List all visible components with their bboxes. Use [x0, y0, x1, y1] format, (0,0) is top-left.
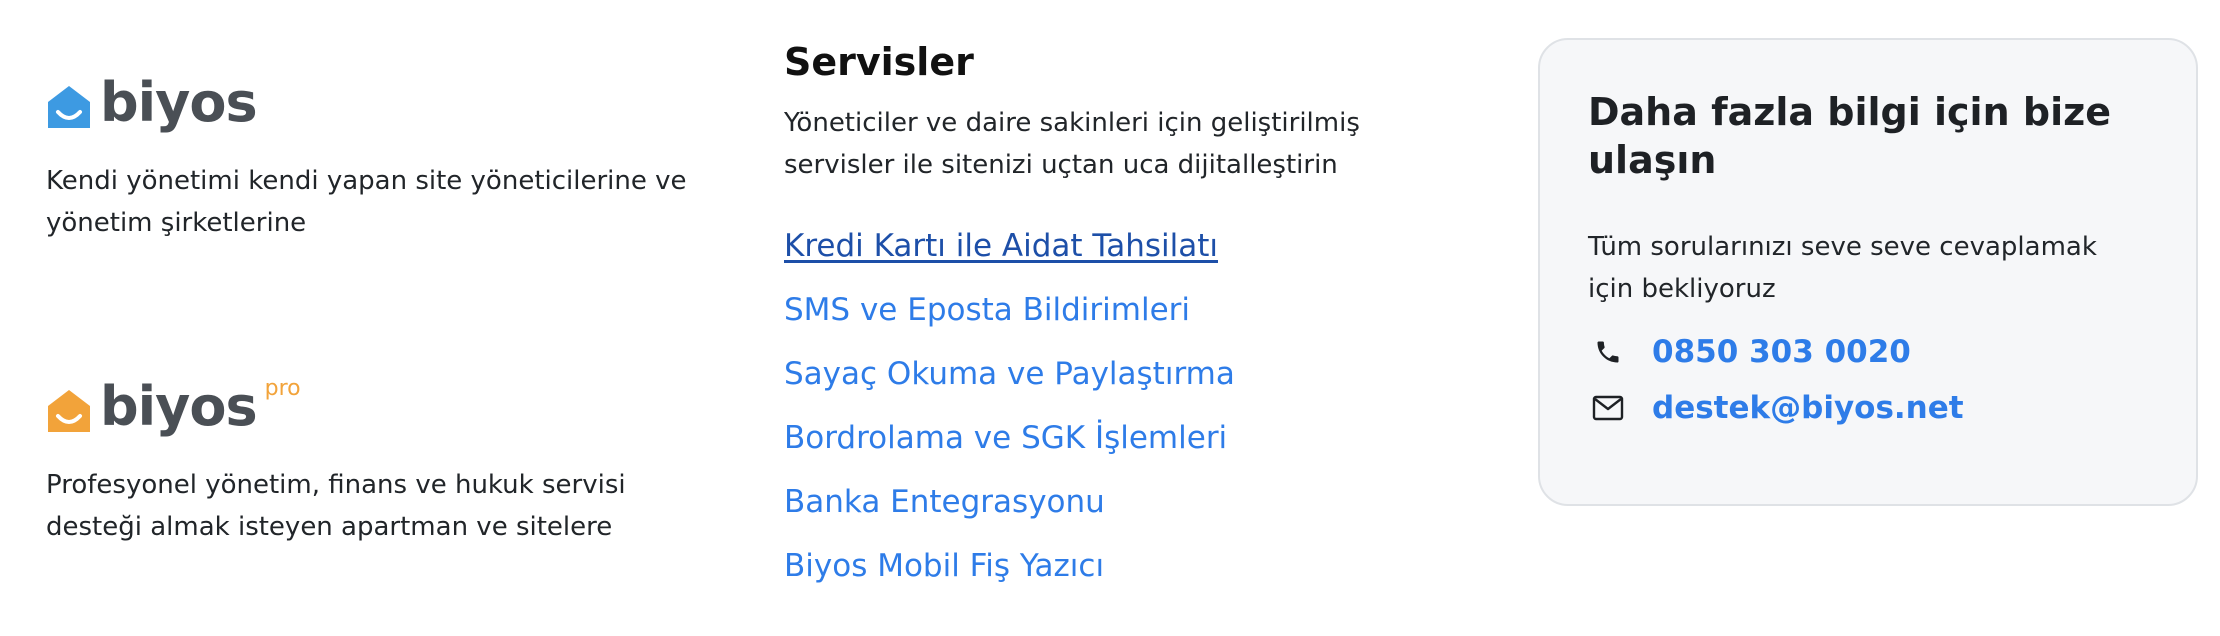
contact-title: Daha fazla bilgi için bize ulaşın [1588, 90, 2111, 182]
list-item: Biyos Mobil Fiş Yazıcı [784, 534, 1464, 598]
biyos-pro-brand: biyos pro Profesyonel yönetim, finans ve… [46, 368, 726, 548]
logo-wordmark: biyos [100, 71, 258, 134]
brand-column: biyos Kendi yönetimi kendi yapan site yö… [46, 64, 726, 548]
list-item: Sayaç Okuma ve Paylaştırma [784, 342, 1464, 406]
service-link-bank-integration[interactable]: Banka Entegrasyonu [784, 484, 1105, 520]
list-item: Bordrolama ve SGK İşlemleri [784, 406, 1464, 470]
phone-link[interactable]: 0850 303 0020 [1652, 334, 1911, 370]
service-link-sms-email[interactable]: SMS ve Eposta Bildirimleri [784, 292, 1190, 328]
house-smile-icon [48, 86, 90, 128]
email-link[interactable]: destek@biyos.net [1652, 390, 1964, 426]
services-description: Yöneticiler ve daire sakinleri için geli… [784, 108, 1360, 180]
house-smile-icon [48, 390, 90, 432]
biyos-pro-logo[interactable]: biyos pro [46, 368, 726, 434]
mail-icon [1588, 388, 1628, 428]
biyos-brand: biyos Kendi yönetimi kendi yapan site yö… [46, 64, 726, 244]
service-link-payroll-sgk[interactable]: Bordrolama ve SGK İşlemleri [784, 420, 1227, 456]
service-link-meter-reading[interactable]: Sayaç Okuma ve Paylaştırma [784, 356, 1235, 392]
list-item: SMS ve Eposta Bildirimleri [784, 278, 1464, 342]
services-column: Servisler Yöneticiler ve daire sakinleri… [784, 36, 1464, 614]
logo-wordmark: biyos [100, 375, 258, 438]
biyos-logo[interactable]: biyos [46, 64, 726, 130]
biyos-pro-description: Profesyonel yönetim, finans ve hukuk ser… [46, 470, 626, 542]
list-item: Kredi Kartı ile Aidat Tahsilatı [784, 214, 1464, 278]
service-link-credit-card-dues[interactable]: Kredi Kartı ile Aidat Tahsilatı [784, 228, 1218, 264]
contact-card: Daha fazla bilgi için bize ulaşın Tüm so… [1538, 38, 2198, 506]
phone-icon [1588, 332, 1628, 372]
contact-email-row: destek@biyos.net [1588, 380, 2148, 436]
list-item: Banka Entegrasyonu [784, 470, 1464, 534]
services-list: Kredi Kartı ile Aidat Tahsilatı SMS ve E… [784, 214, 1464, 598]
logo-pro-badge: pro [264, 376, 301, 401]
service-link-mobile-receipt-printer[interactable]: Biyos Mobil Fiş Yazıcı [784, 548, 1104, 584]
biyos-description: Kendi yönetimi kendi yapan site yönetici… [46, 166, 687, 238]
services-title: Servisler [784, 40, 974, 84]
contact-description: Tüm sorularınızı seve seve cevaplamak iç… [1588, 232, 2097, 304]
contact-phone-row: 0850 303 0020 [1588, 324, 2148, 380]
